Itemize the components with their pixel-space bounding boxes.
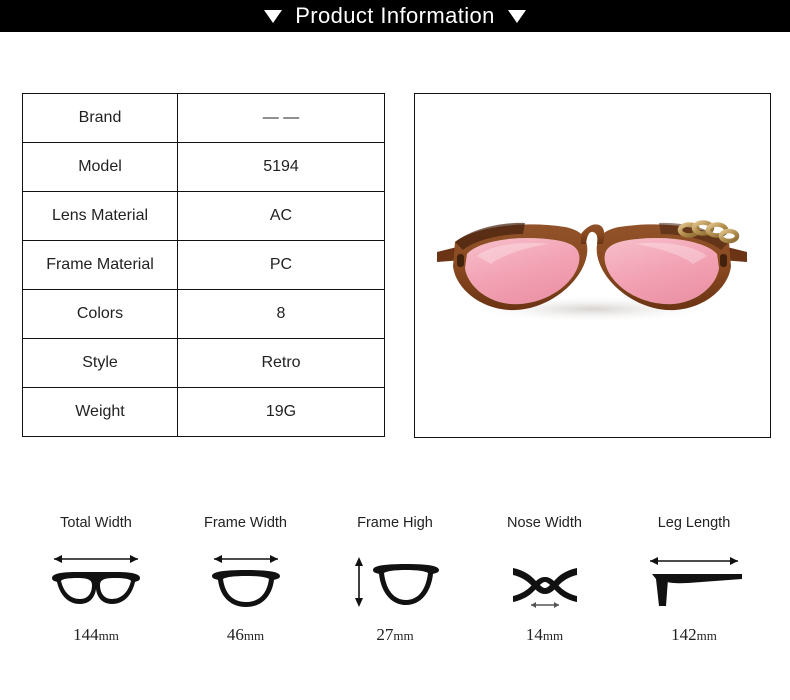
measure-number-frame-width: 46 [226, 624, 244, 644]
product-photo [414, 93, 771, 438]
measure-unit-frame-high: mm [393, 627, 414, 643]
single-lens-rim-icon [202, 548, 290, 614]
temple-arm-icon [642, 548, 746, 614]
page-title: Product Information [295, 3, 495, 28]
table-row: Weight 19G [22, 387, 385, 437]
spec-label-frame-material: Frame Material [22, 240, 178, 290]
triangle-down-icon-left [264, 9, 283, 23]
spec-value-model: 5194 [177, 142, 385, 192]
spec-value-colors: 8 [177, 289, 385, 339]
measure-item-frame-width: Frame Width 46mm [176, 516, 316, 643]
header-inner: Product Information [264, 5, 526, 27]
measure-label-frame-high: Frame High [357, 515, 433, 531]
vertical-arrow [355, 556, 363, 607]
measure-value-total-width: 144mm [73, 626, 119, 643]
spec-label-weight: Weight [22, 387, 178, 437]
measure-unit-nose-width: mm [542, 627, 564, 643]
lens-height-icon [349, 548, 441, 614]
measure-unit-frame-width: mm [243, 627, 265, 643]
product-spec-table: Brand — — Model 5194 Lens Material AC Fr… [22, 93, 385, 437]
table-row: Brand — — [22, 93, 385, 143]
triangle-down-icon-right [507, 9, 526, 23]
measure-value-frame-high: 27mm [376, 626, 413, 643]
spec-value-frame-material: PC [177, 240, 385, 290]
measure-value-frame-width: 46mm [227, 626, 264, 643]
measure-unit-leg-length: mm [696, 627, 717, 643]
measure-number-nose-width: 14 [525, 624, 543, 644]
measure-number-frame-high: 27 [376, 624, 394, 644]
spec-value-lens-material: AC [177, 191, 385, 241]
measure-label-frame-width: Frame Width [204, 515, 287, 531]
nose-bridge-icon [501, 548, 589, 614]
measure-item-frame-high: Frame High 27mm [325, 516, 465, 643]
horizontal-arrow [213, 554, 278, 563]
spec-label-brand: Brand [22, 93, 178, 143]
spec-label-colors: Colors [22, 289, 178, 339]
horizontal-arrow [54, 554, 138, 563]
measure-item-nose-width: Nose Width 14mm [475, 516, 615, 643]
measurements-section: Total Width 144mm Frame Width 46mm Frame… [0, 516, 790, 643]
measure-label-nose-width: Nose Width [507, 515, 582, 531]
measure-unit-total-width: mm [98, 627, 119, 643]
spec-label-style: Style [22, 338, 178, 388]
horizontal-arrow [650, 556, 738, 565]
spec-label-lens-material: Lens Material [22, 191, 178, 241]
table-row: Style Retro [22, 338, 385, 388]
spec-value-brand: — — [177, 93, 385, 143]
sunglasses-illustration [415, 94, 770, 437]
table-row: Frame Material PC [22, 240, 385, 290]
measure-item-total-width: Total Width 144mm [26, 516, 166, 643]
spec-value-style: Retro [177, 338, 385, 388]
measure-label-leg-length: Leg Length [657, 515, 731, 531]
full-eyeglasses-icon [46, 548, 146, 614]
measure-value-nose-width: 14mm [526, 626, 563, 643]
measure-label-total-width: Total Width [60, 515, 132, 531]
measure-number-total-width: 144 [73, 624, 99, 644]
right-hinge [720, 254, 727, 267]
measure-item-leg-length: Leg Length 142mm [624, 516, 764, 643]
spec-label-model: Model [22, 142, 178, 192]
measure-value-leg-length: 142mm [671, 626, 717, 643]
spec-value-weight: 19G [177, 387, 385, 437]
page-header: Product Information [0, 0, 790, 32]
table-row: Model 5194 [22, 142, 385, 192]
table-row: Lens Material AC [22, 191, 385, 241]
left-hinge [457, 254, 464, 267]
horizontal-arrow-small [530, 601, 559, 608]
measure-number-leg-length: 142 [671, 624, 697, 644]
table-row: Colors 8 [22, 289, 385, 339]
